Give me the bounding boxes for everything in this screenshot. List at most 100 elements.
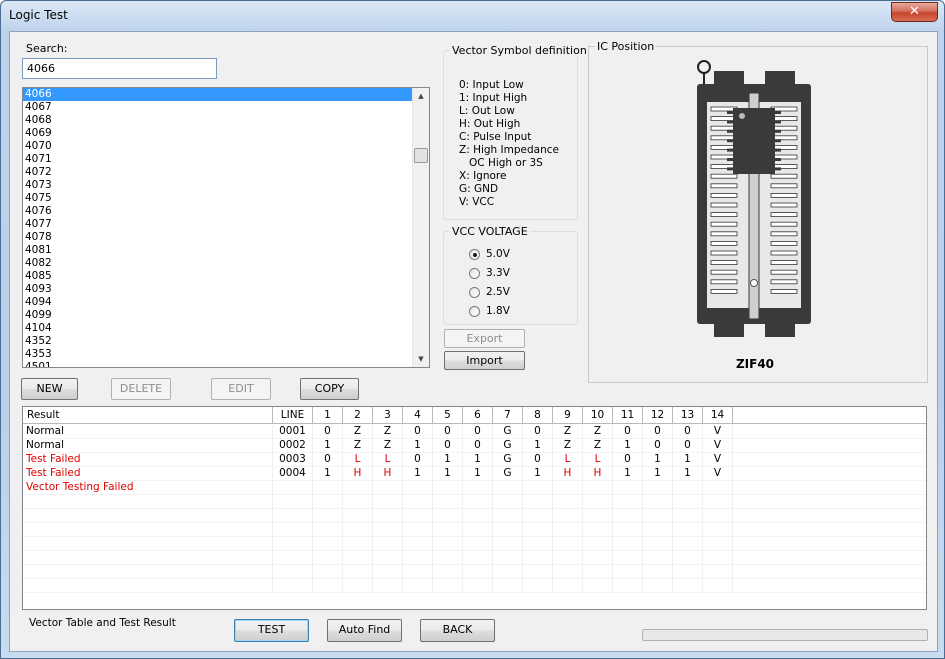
table-row[interactable] [23, 565, 926, 579]
import-button[interactable]: Import [444, 351, 525, 370]
scroll-up-icon[interactable]: ▲ [413, 88, 429, 104]
ic-list-item[interactable]: 4076 [23, 205, 412, 218]
column-header[interactable]: Result [23, 407, 273, 424]
table-row[interactable]: Normal 0002 1 Z Z 1 0 0 G 1 Z Z 1 0 0 V [23, 439, 926, 453]
empty-cell [613, 537, 643, 551]
empty-cell [433, 523, 463, 537]
scroll-thumb[interactable] [414, 148, 428, 163]
ic-list-item[interactable]: 4085 [23, 270, 412, 283]
close-button[interactable]: ✕ [891, 2, 938, 22]
empty-cell [433, 509, 463, 523]
table-row[interactable]: Test Failed 0003 0 L L 0 1 1 G 0 L L 0 1 1 V [23, 453, 926, 467]
ic-list-scrollbar[interactable]: ▲ ▼ [412, 88, 429, 367]
ic-list-item[interactable]: 4353 [23, 348, 412, 361]
empty-cell [313, 565, 343, 579]
column-header[interactable]: LINE [273, 407, 313, 424]
pin-cell: 0 [463, 439, 493, 453]
empty-cell [493, 565, 523, 579]
pin-cell: 1 [313, 467, 343, 481]
auto-find-button[interactable]: Auto Find [327, 619, 402, 642]
radio-icon[interactable] [469, 268, 480, 279]
ic-list-item[interactable]: 4082 [23, 257, 412, 270]
column-header[interactable]: 6 [463, 407, 493, 424]
ic-list-item[interactable]: 4078 [23, 231, 412, 244]
table-row[interactable]: Normal 0001 0 Z Z 0 0 0 G 0 Z Z 0 0 0 V [23, 425, 926, 439]
test-button[interactable]: TEST [234, 619, 309, 642]
column-header[interactable]: 5 [433, 407, 463, 424]
empty-cell [553, 551, 583, 565]
ic-list-item[interactable]: 4066 [23, 88, 412, 101]
column-header[interactable]: 3 [373, 407, 403, 424]
zif-pin-slot [710, 202, 738, 208]
back-button[interactable]: BACK [420, 619, 495, 642]
radio-icon[interactable] [469, 287, 480, 298]
empty-cell [343, 537, 373, 551]
radio-icon[interactable] [469, 249, 480, 260]
pin-cell: 0 [463, 425, 493, 439]
empty-cell [313, 509, 343, 523]
title-bar[interactable]: Logic Test ✕ [1, 1, 944, 29]
table-row[interactable] [23, 551, 926, 565]
ic-list-item[interactable]: 4077 [23, 218, 412, 231]
column-header[interactable]: 10 [583, 407, 613, 424]
ic-list[interactable]: 4066 4067 4068 4069 4070 4071 4072 4073 4075 4076… [22, 87, 430, 368]
ic-list-item[interactable]: 4352 [23, 335, 412, 348]
ic-position-panel: IC Position ZIF40 [588, 40, 928, 383]
scroll-down-icon[interactable]: ▼ [413, 351, 429, 367]
ic-list-item[interactable]: 4072 [23, 166, 412, 179]
column-header[interactable]: 1 [313, 407, 343, 424]
ic-list-item[interactable]: 4099 [23, 309, 412, 322]
pin-cell [673, 481, 703, 495]
ic-list-item[interactable]: 4070 [23, 140, 412, 153]
empty-cell [703, 537, 733, 551]
empty-cell [643, 551, 673, 565]
zif-pin-slot [710, 260, 738, 266]
ic-list-item[interactable]: 4071 [23, 153, 412, 166]
zif-socket-label: ZIF40 [735, 357, 775, 371]
column-header[interactable]: 9 [553, 407, 583, 424]
ic-list-item[interactable]: 4067 [23, 101, 412, 114]
table-row[interactable]: Vector Testing Failed [23, 481, 926, 495]
table-row[interactable]: Test Failed 0004 1 H H 1 1 1 G 1 H H 1 1 1 V [23, 467, 926, 481]
table-row[interactable] [23, 579, 926, 593]
ic-chip-leg [727, 120, 733, 124]
ic-chip-leg [727, 167, 733, 171]
table-row[interactable] [23, 523, 926, 537]
column-header[interactable]: 14 [703, 407, 733, 424]
zif-pin-slot [770, 260, 798, 266]
zif-pin-slot [710, 269, 738, 275]
column-header[interactable]: 4 [403, 407, 433, 424]
vector-symbol-title: Vector Symbol definition [450, 44, 589, 57]
table-row[interactable] [23, 537, 926, 551]
ic-list-item[interactable]: 4093 [23, 283, 412, 296]
radio-icon[interactable] [469, 306, 480, 317]
column-header[interactable]: 11 [613, 407, 643, 424]
table-row[interactable] [23, 495, 926, 509]
ic-list-item[interactable]: 4501 [23, 361, 412, 367]
edit-button[interactable]: EDIT [211, 378, 271, 400]
empty-cell [23, 523, 273, 537]
column-header[interactable]: 12 [643, 407, 673, 424]
ic-list-item[interactable]: 4094 [23, 296, 412, 309]
vcc-option-label: 3.3V [486, 267, 510, 279]
search-input[interactable] [22, 58, 217, 79]
column-header[interactable]: 8 [523, 407, 553, 424]
ic-list-item[interactable]: 4073 [23, 179, 412, 192]
zif-pin-slot [770, 288, 798, 294]
ic-list-item[interactable]: 4075 [23, 192, 412, 205]
vector-table[interactable]: Result LINE 1 2 3 4 5 6 7 8 9 10 11 12 13 14 Normal 0001… [22, 406, 927, 610]
table-row[interactable] [23, 509, 926, 523]
ic-list-item[interactable]: 4068 [23, 114, 412, 127]
ic-list-item[interactable]: 4104 [23, 322, 412, 335]
copy-button[interactable]: COPY [300, 378, 359, 400]
ic-chip-leg [775, 148, 781, 152]
column-header[interactable]: 2 [343, 407, 373, 424]
new-button[interactable]: NEW [21, 378, 78, 400]
column-header[interactable]: 7 [493, 407, 523, 424]
export-button[interactable]: Export [444, 329, 525, 348]
empty-cell [583, 523, 613, 537]
delete-button[interactable]: DELETE [111, 378, 171, 400]
ic-list-item[interactable]: 4069 [23, 127, 412, 140]
column-header[interactable]: 13 [673, 407, 703, 424]
ic-list-item[interactable]: 4081 [23, 244, 412, 257]
